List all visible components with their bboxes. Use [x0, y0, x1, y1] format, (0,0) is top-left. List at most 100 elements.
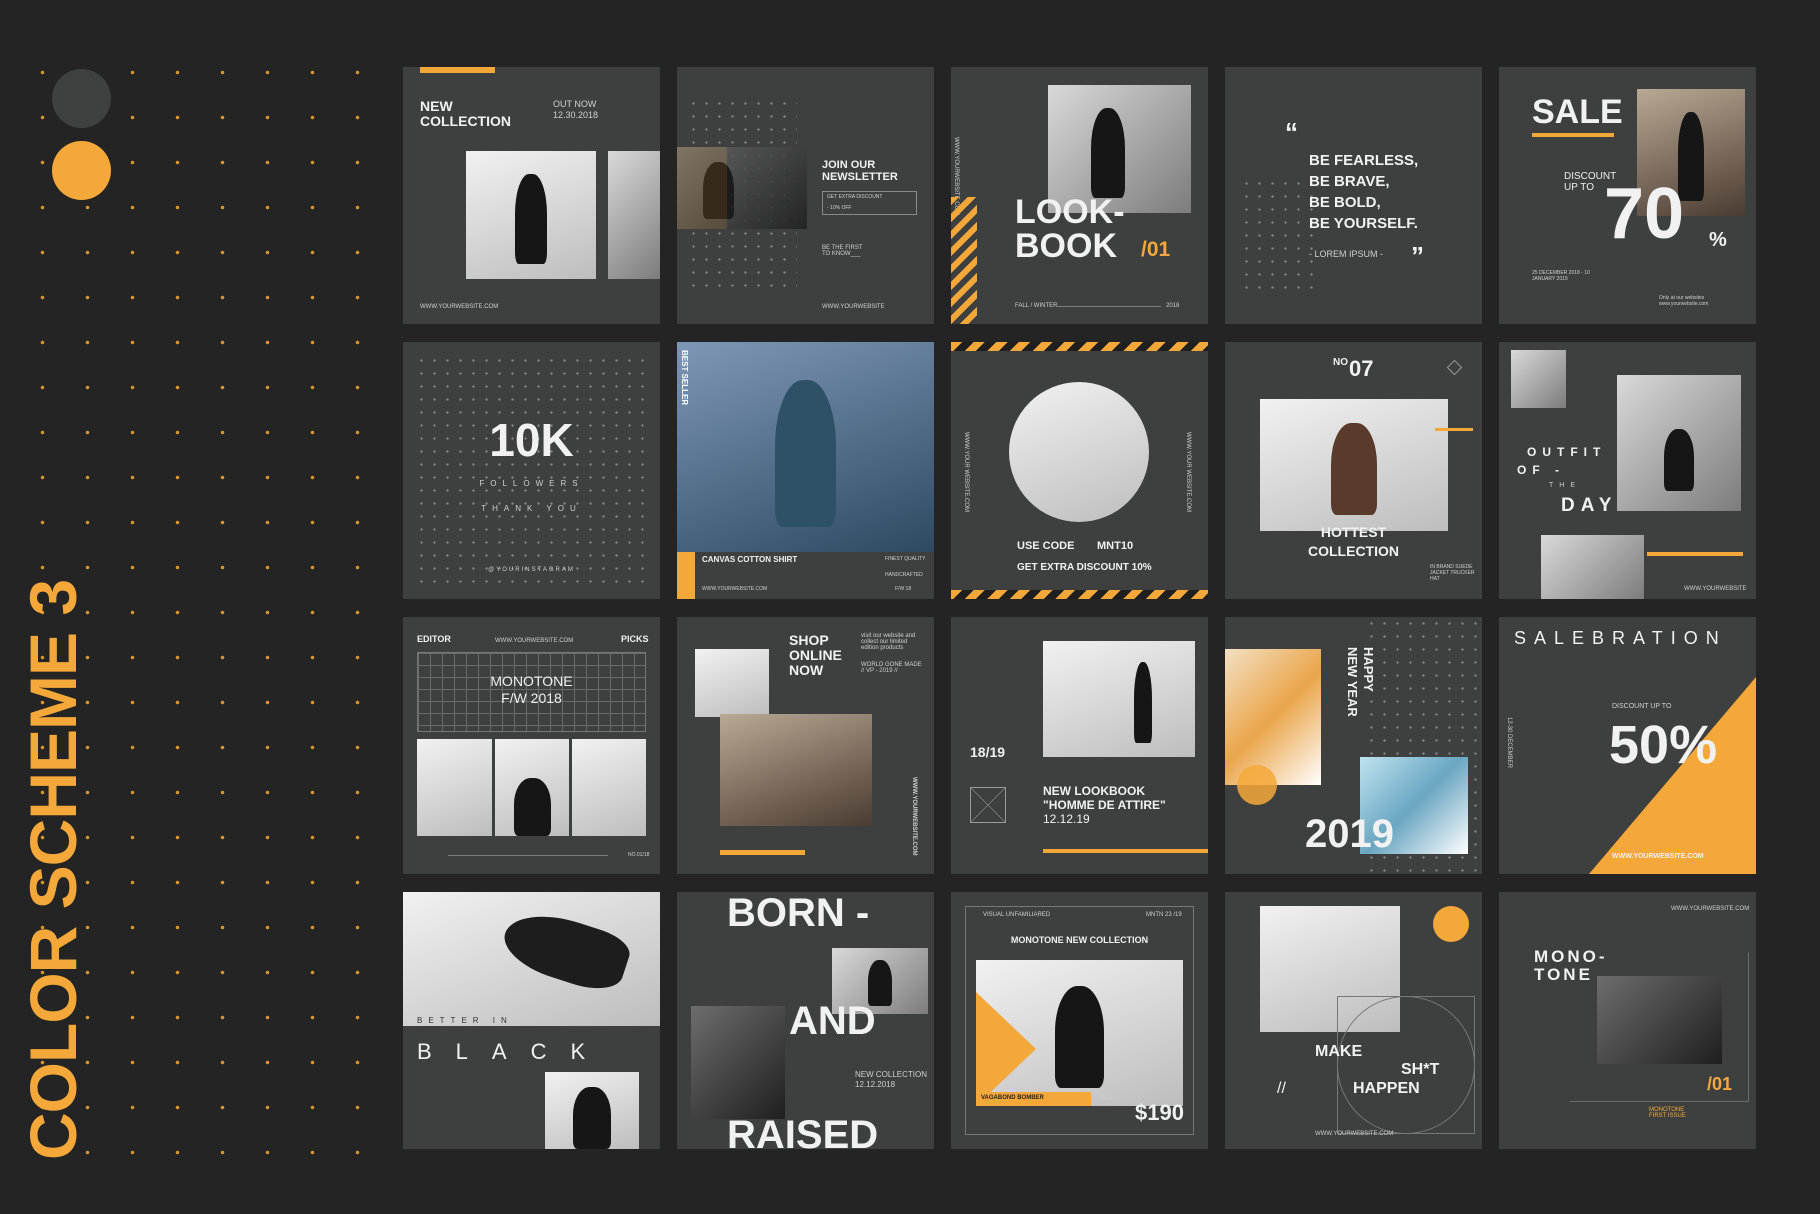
tile-quote[interactable]: “ BE FEARLESS, BE BRAVE, BE BOLD, BE YOU… — [1225, 67, 1482, 324]
tone-word: TONE — [1534, 965, 1593, 984]
monotone-season: F/W 2018 — [501, 690, 562, 706]
photo-boots — [545, 1072, 639, 1149]
raised-word: RAISED — [727, 1113, 879, 1149]
tile-outfit-of-day[interactable]: OUTFIT OF - THE DAY WWW.YOURWEBSITE — [1499, 342, 1756, 599]
open-quote: “ — [1285, 117, 1298, 147]
accent-bar — [1043, 849, 1208, 853]
close-quote: ” — [1411, 241, 1424, 271]
season: FALL / WINTER — [1015, 303, 1058, 309]
tile-editor-picks[interactable]: EDITOR WWW.YOURWEBSITE.COM PICKS MONOTON… — [403, 617, 660, 874]
tile-monotone-price[interactable]: VISUAL UNFAMILIARED MNTN 23 /19 MONOTONE… — [951, 892, 1208, 1149]
issue-number: NO.01/18 — [628, 852, 650, 858]
year: 2018 — [1166, 303, 1180, 309]
editor-label: EDITOR — [417, 634, 451, 644]
tile-happy-new-year[interactable]: HAPPY NEW YEAR 2019 — [1225, 617, 1482, 874]
tile-newsletter[interactable]: JOIN OUR NEWSLETTER GET EXTRA DISCOUNT -… — [677, 67, 934, 324]
release-date: 12.30.2018 — [553, 110, 599, 120]
extra-discount: GET EXTRA DISCOUNT 10% — [1017, 562, 1152, 573]
website-url: WWW.YOURWEBSITE — [822, 304, 885, 310]
tile-lookbook[interactable]: WWW.YOURWEBSITE.COM LOOK- BOOK /01 FALL … — [951, 67, 1208, 324]
photo-small — [1511, 350, 1566, 408]
photo-blonde — [695, 649, 769, 717]
born-word: BORN - — [727, 892, 870, 935]
year-number: 2019 — [1305, 812, 1394, 856]
mono-word: MONO- — [1534, 947, 1608, 966]
tile-new-collection[interactable]: NEW COLLECTION OUT NOW 12.30.2018 WWW.YO… — [403, 67, 660, 324]
color-scheme-title: COLOR SCHEME 3 — [16, 579, 90, 1160]
season-year: 18/19 — [970, 744, 1006, 760]
divider — [1056, 306, 1161, 307]
tile-born-and-raised[interactable]: BORN - AND NEW COLLECTION 12.12.2018 RAI… — [677, 892, 934, 1149]
discount-number: 70 — [1604, 174, 1685, 254]
instagram-handle: @YOURINSTAGRAM — [488, 567, 575, 573]
price: $190 — [1135, 1100, 1184, 1125]
website-url: WWW.YOURWEBSITE.COM — [420, 304, 499, 310]
divider — [448, 855, 608, 856]
tile-new-lookbook[interactable]: 18/19 NEW LOOKBOOK "HOMME DE ATTIRE" 12.… — [951, 617, 1208, 874]
lookbook-title: NEW LOOKBOOK — [1043, 784, 1145, 798]
tile-canvas-shirt[interactable]: BEST SELLER CANVAS COTTON SHIRT FINEST Q… — [677, 342, 934, 599]
chevron-stripes — [951, 197, 977, 324]
new-collection-label: NEW COLLECTION — [855, 1070, 928, 1079]
tile-better-in-black[interactable]: BETTER IN BLACK — [403, 892, 660, 1149]
photo-man-cap — [677, 147, 807, 229]
code-label: USE CODE — [1017, 540, 1075, 552]
day-word: DAY — [1561, 495, 1618, 516]
no-label: NO — [1333, 357, 1348, 368]
photo-panel-left — [417, 739, 492, 836]
tile-make-it-happen[interactable]: MAKE SH*T HAPPEN // WWW.YOURWEBSITE.COM — [1225, 892, 1482, 1149]
photo-man-profile — [1043, 641, 1195, 757]
and-word: AND — [789, 999, 876, 1043]
photo-crouching — [691, 1006, 785, 1119]
tile-shop-online[interactable]: SHOP ONLINE NOW visit our website and co… — [677, 617, 934, 874]
happen-word: HAPPEN — [1353, 1080, 1420, 1097]
title-line-2: COLLECTION — [1308, 543, 1399, 559]
better-in-label: BETTER IN — [417, 1016, 513, 1025]
black-word: BLACK — [417, 1039, 610, 1064]
tile-10k-followers[interactable]: 10K FOLLOWERS THANK YOU @YOURINSTAGRAM — [403, 342, 660, 599]
issue-number: /01 — [1707, 1074, 1733, 1094]
sale-title: SALE — [1532, 93, 1623, 131]
thank-you-label: THANK YOU — [481, 504, 582, 513]
sale-dates: 25 DECEMBER 2018 - 10 JANUARY 2019 — [1532, 270, 1590, 282]
orange-circle — [1237, 765, 1277, 805]
item-description: IN BRAND SUEDE JACKET TRUCKER HAT — [1430, 564, 1475, 582]
tile-mono-tone[interactable]: WWW.YOURWEBSITE.COM MONO- TONE /01 MONOT… — [1499, 892, 1756, 1149]
photo-panel-center — [495, 739, 569, 836]
discount-code: MNT10 — [1097, 540, 1134, 552]
orange-circle — [1433, 906, 1469, 942]
salebration-title: SALEBRATION — [1514, 628, 1727, 648]
outfit-word: OUTFIT — [1527, 445, 1607, 459]
hazard-stripe-top — [951, 342, 1208, 351]
lookbook-subtitle: "HOMME DE ATTIRE" — [1043, 798, 1166, 812]
slash-mark: // — [1277, 1080, 1286, 1097]
photo-fireworks-1 — [1225, 649, 1321, 785]
tile-salebration[interactable]: SALEBRATION DISCOUNT UP TO 50% 12-30 DEC… — [1499, 617, 1756, 874]
tile-use-code[interactable]: WWW.YOUR WEBSITE.COM WWW.YOUR WEBSITE.CO… — [951, 342, 1208, 599]
best-seller-badge: BEST SELLER — [680, 350, 689, 406]
visual-label: VISUAL UNFAMILIARED — [983, 912, 1051, 918]
quote-line-2: BE BRAVE, — [1309, 173, 1390, 190]
tile-hottest-collection[interactable]: NO 07 HOTTEST COLLECTION IN BRAND SUEDE … — [1225, 342, 1482, 599]
vertical-url-right: WWW.YOUR WEBSITE.COM — [1185, 432, 1191, 512]
quote-line-3: BE BOLD, — [1309, 194, 1381, 211]
diamond-icon — [1446, 359, 1463, 376]
world-gone-made: WORLD GONE MADE // VP - 2019 // — [861, 662, 922, 674]
discount-off: - 10% OFF — [827, 205, 852, 211]
tile-sale-70[interactable]: SALE DISCOUNT UP TO 70 % 25 DECEMBER 201… — [1499, 67, 1756, 324]
website-url: WWW.YOURWEBSITE.COM — [495, 638, 574, 644]
quote-author: - LOREM IPSUM - — [1309, 249, 1384, 259]
shop-description: visit our website and collect our limite… — [861, 633, 916, 651]
happy-word: HAPPY — [1361, 647, 1376, 692]
website-url: WWW.YOURWEBSITE.COM — [1315, 1131, 1394, 1137]
tile-title: NEW COLLECTION — [420, 98, 511, 129]
swatch-gray — [52, 69, 111, 128]
make-word: MAKE — [1315, 1043, 1363, 1060]
sale-dates: 12-30 DECEMBER — [1506, 717, 1512, 769]
collection-date: 12.12.2018 — [855, 1080, 896, 1089]
shit-word: SH*T — [1401, 1061, 1440, 1078]
accent-bar — [1435, 428, 1473, 431]
quality-label: FINEST QUALITY — [885, 556, 926, 562]
photo-sitting-man — [1617, 375, 1741, 511]
sale-note: Only at our websites www.yourwebsite.com — [1659, 295, 1709, 307]
